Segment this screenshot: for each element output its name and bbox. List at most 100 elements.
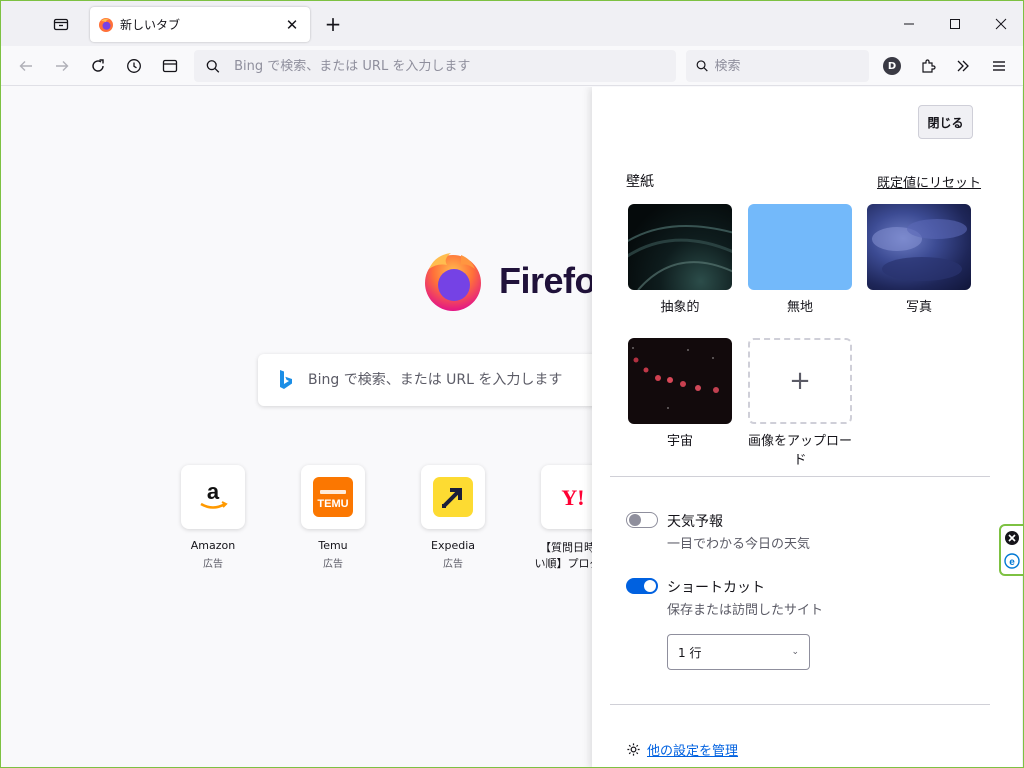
section-divider	[610, 704, 990, 705]
clock-icon	[127, 59, 141, 73]
search-icon	[696, 60, 708, 72]
wallpaper-label: 写真	[905, 300, 932, 315]
history-button[interactable]	[119, 51, 149, 81]
firefox-logo: Firefox	[421, 249, 616, 313]
new-tab-button[interactable]: +	[319, 10, 347, 38]
abstract-wave-icon	[628, 225, 732, 290]
wallpaper-label: 抽象的	[660, 300, 700, 315]
wallpaper-thumbnail	[628, 204, 732, 290]
wallpaper-label: 無地	[786, 300, 813, 315]
reload-icon	[92, 59, 104, 72]
chevron-double-right-icon	[957, 60, 969, 72]
search-icon	[206, 59, 220, 73]
sidebar-icon	[162, 59, 178, 73]
wallpaper-solid[interactable]: 無地	[748, 204, 852, 315]
maximize-icon	[950, 18, 960, 29]
tile-expedia[interactable]: Expedia 広告	[411, 465, 495, 570]
firefox-favicon-icon	[99, 17, 113, 32]
wallpaper-thumbnail	[867, 204, 971, 290]
shortcuts-description: 保存または訪問したサイト	[667, 603, 824, 618]
weather-title: 天気予報	[667, 514, 723, 530]
tile-label: Expedia	[431, 539, 475, 552]
tab-close-icon[interactable]: ✕	[282, 15, 302, 35]
puzzle-icon	[922, 59, 936, 73]
reload-button[interactable]	[83, 51, 113, 81]
reset-wallpaper-link[interactable]: 既定値にリセット	[877, 172, 981, 191]
upload-plus-icon: +	[748, 338, 852, 424]
shortcuts-title: ショートカット	[667, 580, 765, 596]
url-input[interactable]	[234, 58, 676, 74]
maximize-button[interactable]	[932, 1, 978, 46]
toggle-knob	[644, 580, 656, 592]
sidebar-button[interactable]	[155, 51, 185, 81]
tile-amazon[interactable]: a Amazon 広告	[171, 465, 255, 570]
tile-temu[interactable]: TEMU Temu 広告	[291, 465, 375, 570]
wallpaper-thumbnail	[628, 338, 732, 424]
navigation-toolbar: D	[1, 46, 1023, 86]
amazon-logo-icon: a	[200, 482, 228, 509]
svg-text:a: a	[207, 482, 220, 504]
close-circle-icon[interactable]	[1004, 530, 1020, 546]
browser-window: 新しいタブ ✕ + Bing で検索、または URL を入力します 検索 D F…	[0, 0, 1024, 768]
hamburger-icon	[993, 61, 1005, 71]
tile-label: Amazon	[190, 539, 236, 552]
overflow-menu-button[interactable]	[948, 51, 978, 81]
minimize-icon	[904, 23, 914, 24]
select-value: 1 行	[678, 645, 702, 660]
forward-button[interactable]	[47, 51, 77, 81]
wallpaper-space[interactable]: 宇宙	[628, 338, 732, 449]
tab-strip: 新しいタブ ✕ +	[1, 1, 1023, 46]
back-button[interactable]	[11, 51, 41, 81]
svg-text:Y!: Y!	[561, 485, 584, 510]
side-extension-widget[interactable]: e	[999, 524, 1023, 576]
tile-icon-box	[421, 465, 485, 529]
panel-close-button[interactable]: 閉じる	[918, 105, 973, 139]
wallpaper-label: 画像をアップロード	[748, 434, 853, 468]
weather-toggle[interactable]	[626, 512, 658, 528]
bing-icon	[280, 370, 292, 389]
extensions-button[interactable]	[913, 51, 943, 81]
wallpaper-thumbnail	[748, 204, 852, 290]
sponsored-label: 広告	[203, 559, 223, 570]
window-close-button[interactable]	[978, 1, 1023, 46]
cloud-icon	[872, 219, 967, 281]
shortcuts-toggle[interactable]	[626, 578, 658, 594]
sponsored-label: 広告	[323, 559, 343, 570]
tile-label: Temu	[318, 539, 348, 552]
tab-list-button[interactable]	[45, 9, 77, 39]
arrow-right-icon	[56, 61, 69, 71]
wallpaper-label: 宇宙	[666, 434, 693, 449]
firefox-logo-icon	[425, 253, 481, 311]
search-bar[interactable]	[686, 50, 869, 82]
url-bar[interactable]	[194, 50, 676, 82]
sponsored-label: 広告	[443, 559, 463, 570]
app-menu-button[interactable]	[984, 51, 1014, 81]
svg-text:TEMU: TEMU	[317, 498, 348, 510]
manage-settings-link[interactable]: 他の設定を管理	[647, 740, 738, 759]
tab-new-tab[interactable]: 新しいタブ ✕	[90, 7, 310, 42]
shortcut-rows-select[interactable]: 1 行 ⌄	[667, 634, 810, 670]
manage-settings[interactable]: 他の設定を管理	[626, 740, 738, 759]
chevron-down-icon: ⌄	[791, 647, 799, 657]
close-icon	[995, 18, 1007, 29]
account-avatar[interactable]: D	[883, 57, 901, 75]
new-tab-page: Firefox a Amazon 広告 TEMU Temu 広告	[1, 87, 1023, 767]
edge-e-icon[interactable]: e	[1004, 553, 1020, 569]
weather-description: 一目でわかる今日の天気	[667, 537, 811, 552]
tile-icon-box: TEMU	[301, 465, 365, 529]
search-input[interactable]	[714, 58, 869, 74]
expedia-logo-icon	[433, 477, 473, 517]
wallpaper-abstract[interactable]: 抽象的	[628, 204, 732, 315]
content-search-input[interactable]	[308, 372, 608, 388]
yahoo-logo-icon: Y!	[561, 485, 584, 510]
tab-list-icon	[53, 18, 69, 31]
wallpaper-photo[interactable]: 写真	[867, 204, 971, 315]
section-divider	[610, 476, 990, 477]
arrow-left-icon	[19, 61, 32, 71]
tab-title: 新しいタブ	[120, 18, 181, 32]
wallpaper-upload[interactable]: + 画像をアップロード	[748, 338, 852, 468]
toggle-knob	[629, 514, 641, 526]
minimize-button[interactable]	[886, 1, 932, 46]
customize-panel: 閉じる 壁紙 既定値にリセット 抽象的 無地 写真 宇宙 + 画像をアップロード…	[592, 87, 1022, 767]
temu-logo-icon: TEMU	[313, 477, 353, 517]
